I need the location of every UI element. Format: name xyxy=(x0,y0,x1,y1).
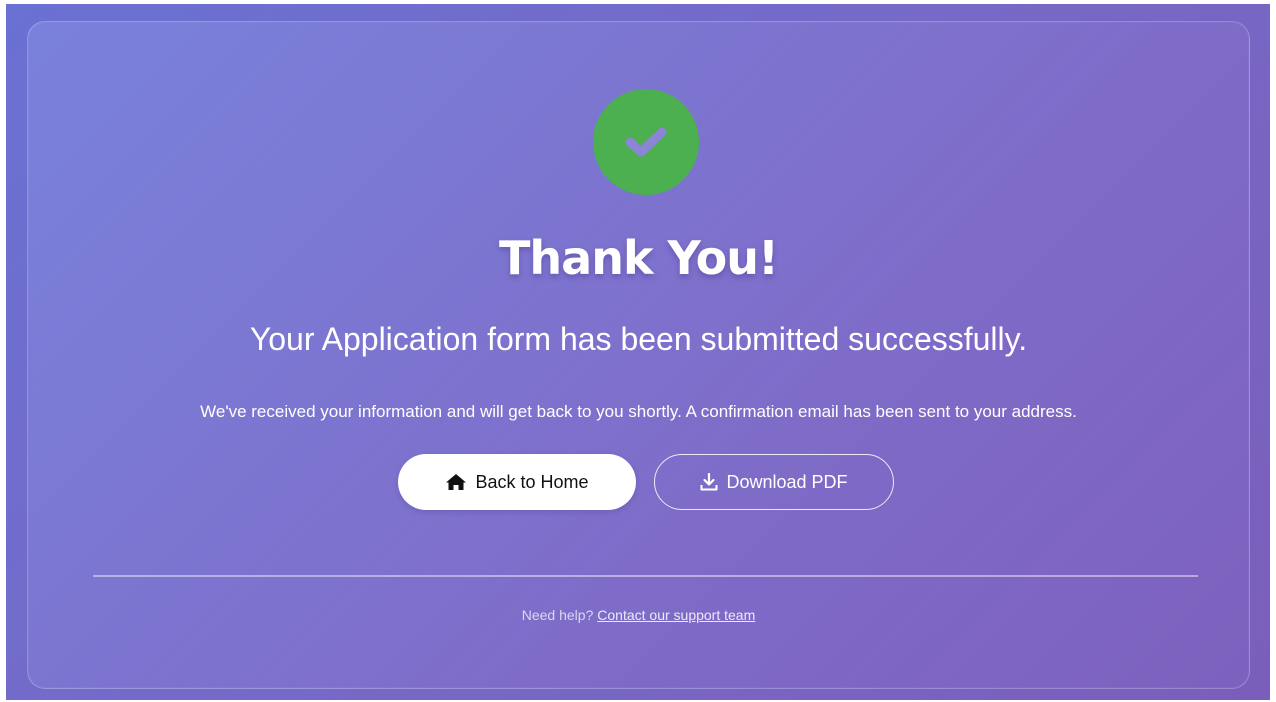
confirmation-message: We've received your information and will… xyxy=(200,402,1077,421)
back-to-home-button[interactable]: Back to Home xyxy=(398,454,636,510)
back-to-home-label: Back to Home xyxy=(475,471,589,492)
download-pdf-label: Download PDF xyxy=(726,471,848,492)
page-background: Thank You! Your Application form has bee… xyxy=(6,4,1270,700)
checkmark-icon xyxy=(625,127,667,157)
confirmation-card: Thank You! Your Application form has bee… xyxy=(27,21,1250,689)
footer-divider xyxy=(93,575,1198,577)
page-title: Thank You! xyxy=(499,231,779,285)
home-icon xyxy=(446,474,467,490)
download-pdf-button[interactable]: Download PDF xyxy=(654,454,894,510)
check-circle-icon xyxy=(593,89,699,195)
help-prefix: Need help? xyxy=(521,607,594,623)
contact-support-link[interactable]: Contact our support team xyxy=(597,607,755,623)
success-subtitle: Your Application form has been submitted… xyxy=(249,321,1028,357)
download-icon xyxy=(700,473,718,491)
help-footer: Need help? Contact our support team xyxy=(28,605,1249,625)
